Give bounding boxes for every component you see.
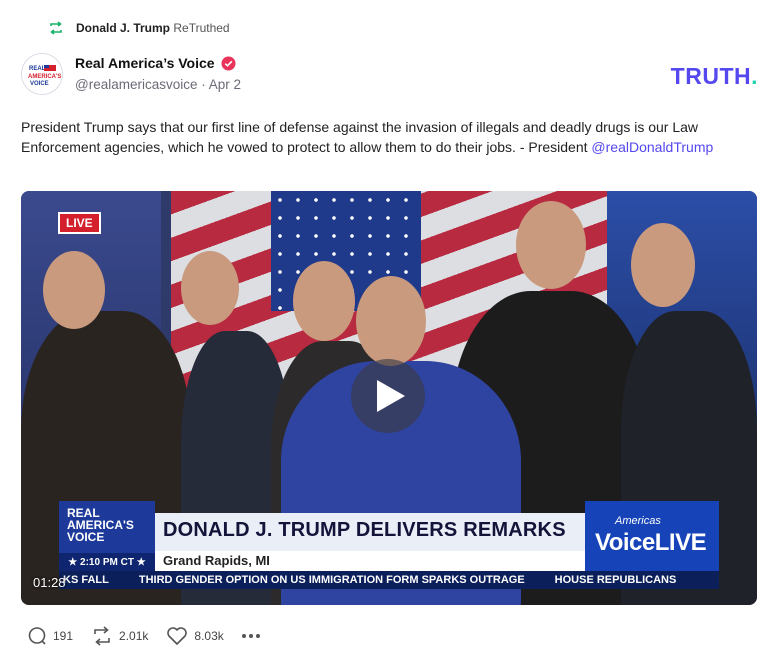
author-handle[interactable]: @realamericasvoice	[75, 77, 198, 92]
mention-link[interactable]: @realDonaldTrump	[591, 139, 713, 155]
post-date[interactable]: Apr 2	[209, 77, 241, 92]
post-actions: 191 2.01k 8.03k	[27, 626, 278, 646]
retruth-action-icon	[91, 626, 113, 646]
more-options-button[interactable]	[241, 634, 260, 638]
avatar[interactable]: REAL AMERICA'S VOICE	[21, 53, 63, 95]
voice-live-small: Americas	[615, 515, 661, 527]
verified-badge-icon	[221, 56, 236, 71]
retruth-action-text: ReTruthed	[173, 21, 230, 35]
like-button[interactable]: 8.03k	[166, 626, 224, 646]
voice-live-big: VoiceLIVE	[595, 529, 707, 556]
reply-button[interactable]: 191	[27, 626, 73, 646]
handle-row: @realamericasvoice · Apr 2	[75, 77, 241, 92]
speaker-head	[356, 276, 426, 366]
ticker-item: HOUSE REPUBLICANS	[554, 574, 677, 586]
more-options-icon	[241, 634, 260, 638]
reply-icon	[27, 626, 47, 646]
svg-text:VOICE: VOICE	[30, 81, 49, 87]
man-head	[181, 251, 239, 325]
voice-live-logo: Americas VoiceLIVE	[585, 501, 719, 571]
man-head	[293, 261, 355, 341]
broadcast-time: ★ 2:10 PM CT ★	[59, 553, 155, 571]
play-icon	[371, 380, 405, 412]
ticker-item: THIRD GENDER OPTION ON US IMMIGRATION FO…	[138, 574, 525, 586]
truth-logo[interactable]: TRUTH.	[671, 63, 758, 90]
reply-count: 191	[53, 629, 74, 643]
ticker-item: KS FALL	[63, 574, 109, 586]
broadcast-location: Grand Rapids, MI	[155, 551, 585, 571]
retruth-icon	[48, 21, 64, 35]
headline-panel: DONALD J. TRUMP DELIVERS REMARKS Grand R…	[155, 513, 585, 571]
author-name[interactable]: Real America’s Voice	[75, 55, 215, 71]
retruth-row: Donald J. Trump ReTruthed	[48, 18, 230, 38]
sheriff-head	[516, 201, 586, 289]
svg-text:AMERICA'S: AMERICA'S	[28, 74, 61, 80]
live-badge: LIVE	[58, 212, 101, 234]
like-count: 8.03k	[194, 629, 224, 643]
svg-text:REAL: REAL	[29, 66, 46, 72]
retruth-user-link[interactable]: Donald J. Trump	[76, 21, 170, 35]
post-text: President Trump says that our first line…	[21, 117, 751, 157]
retruth-button[interactable]: 2.01k	[91, 626, 148, 646]
truth-logo-text: TRUTH	[670, 63, 752, 89]
broadcast-headline: DONALD J. TRUMP DELIVERS REMARKS	[163, 519, 566, 541]
play-button[interactable]	[351, 359, 425, 433]
heart-icon	[166, 626, 188, 646]
video-duration: 01:28	[33, 575, 66, 590]
officer-head	[43, 251, 105, 329]
retruth-label: Donald J. Trump ReTruthed	[76, 21, 230, 35]
truth-logo-dot: .	[751, 63, 758, 89]
post-header: REAL AMERICA'S VOICE Real America’s Voic…	[21, 53, 758, 97]
retruth-count: 2.01k	[119, 629, 149, 643]
handle-separator: ·	[201, 77, 206, 92]
video-player[interactable]: LIVE REAL AMERICA'S VOICE ★ 2:10 PM CT ★…	[21, 191, 757, 605]
lower-third-banner: REAL AMERICA'S VOICE ★ 2:10 PM CT ★ DONA…	[59, 501, 719, 571]
news-ticker: KS FALL THIRD GENDER OPTION ON US IMMIGR…	[59, 571, 719, 589]
author-block: Real America’s Voice @realamericasvoice …	[75, 55, 241, 92]
channel-logo-line: VOICE	[67, 530, 105, 544]
man-head	[631, 223, 695, 307]
